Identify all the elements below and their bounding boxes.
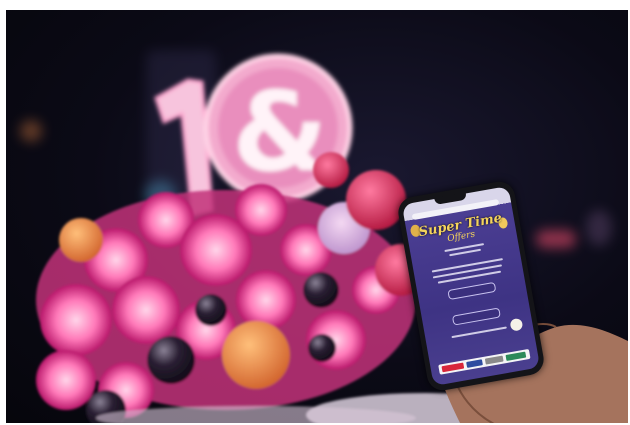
promo-text-line <box>451 326 507 339</box>
event-photo: & Super Time Offers <box>6 10 628 423</box>
balloon-icon <box>509 317 524 332</box>
logo <box>484 355 504 365</box>
svg-text:&: & <box>232 68 328 196</box>
sponsor-logos <box>438 348 531 375</box>
logo <box>466 359 483 368</box>
logo <box>505 351 527 361</box>
promo-button[interactable] <box>447 281 497 301</box>
promo-button[interactable] <box>451 307 501 326</box>
logo <box>441 362 465 373</box>
